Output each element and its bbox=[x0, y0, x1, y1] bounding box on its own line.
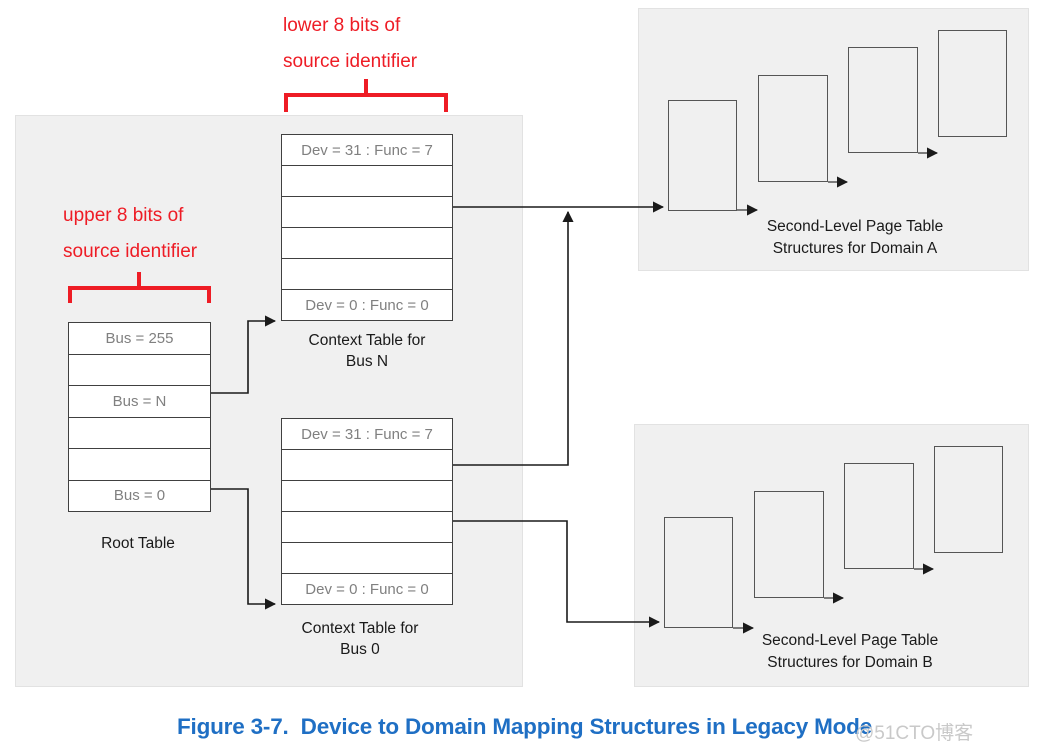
page-table-box bbox=[664, 517, 733, 628]
context-table-bus-n: Dev = 31 : Func = 7 Dev = 0 : Func = 0 bbox=[281, 134, 453, 321]
context-table-n-row: Dev = 0 : Func = 0 bbox=[305, 296, 429, 314]
root-table-row: Bus = 255 bbox=[69, 323, 210, 355]
lower-8-bits-bracket bbox=[284, 79, 448, 112]
page-table-box bbox=[668, 100, 737, 211]
figure-caption: Figure 3-7. Device to Domain Mapping Str… bbox=[176, 714, 873, 739]
page-table-box bbox=[938, 30, 1007, 137]
page-table-box bbox=[754, 491, 824, 598]
page-table-box bbox=[844, 463, 914, 569]
context-table-n-row bbox=[282, 197, 452, 228]
root-table-row bbox=[69, 418, 210, 449]
context-table-0-row bbox=[282, 481, 452, 512]
root-table-caption: Root Table bbox=[101, 535, 175, 552]
context-table-n-row bbox=[282, 228, 452, 259]
root-table-row: Bus = 0 bbox=[113, 487, 166, 505]
root-table-row: Bus = N bbox=[69, 386, 210, 418]
context-table-0-caption: Context Table for Bus 0 bbox=[301, 620, 419, 658]
lower-8-bits-annotation: lower 8 bits of source identifier bbox=[283, 15, 418, 72]
context-table-0-row bbox=[282, 450, 452, 481]
context-table-bus-0: Dev = 31 : Func = 7 Dev = 0 : Func = 0 bbox=[281, 418, 453, 605]
figure-canvas: lower 8 bits of source identifier upper … bbox=[0, 0, 1049, 751]
context-table-0-row bbox=[282, 543, 452, 574]
context-table-0-row: Dev = 0 : Func = 0 bbox=[305, 580, 429, 598]
root-table-row bbox=[69, 449, 210, 481]
context-table-n-row: Dev = 31 : Func = 7 bbox=[282, 135, 452, 166]
domain-a-caption: Second-Level Page Table Structures for D… bbox=[766, 218, 944, 257]
context-table-n-caption: Context Table for Bus N bbox=[308, 332, 426, 370]
upper-8-bits-annotation: upper 8 bits of source identifier bbox=[63, 205, 198, 262]
root-table-row bbox=[69, 355, 210, 386]
page-table-box bbox=[848, 47, 918, 153]
domain-b-caption: Second-Level Page Table Structures for D… bbox=[761, 632, 939, 671]
page-table-box bbox=[934, 446, 1003, 553]
context-table-0-row: Dev = 31 : Func = 7 bbox=[282, 419, 452, 450]
page-table-box bbox=[758, 75, 828, 182]
root-table: Bus = 255 Bus = N Bus = 0 bbox=[68, 322, 211, 512]
context-table-n-row bbox=[282, 166, 452, 197]
context-table-n-row bbox=[282, 259, 452, 290]
context-table-0-row bbox=[282, 512, 452, 543]
